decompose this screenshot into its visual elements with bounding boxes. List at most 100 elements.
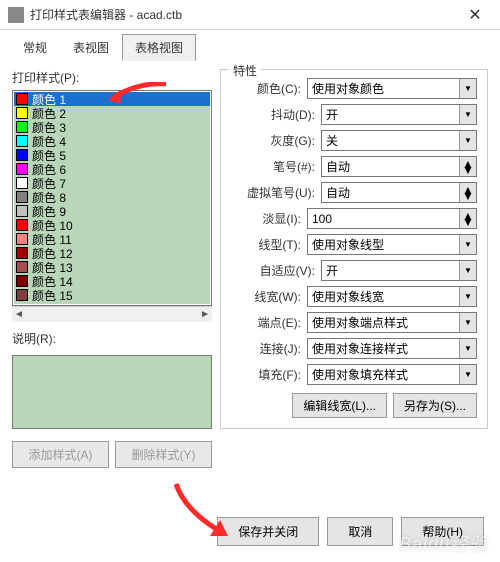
property-row: 颜色(C): 使用对象颜色 ▼ [231, 78, 477, 99]
property-label: 线宽(W): [231, 288, 307, 305]
properties-group-title: 特性 [229, 62, 261, 79]
left-column: 打印样式(P): 颜色 1颜色 2颜色 3颜色 4颜色 5颜色 6颜色 7颜色 … [12, 69, 212, 468]
property-dropdown[interactable]: 开▼ [321, 104, 477, 125]
property-row: 填充(F):使用对象填充样式▼ [231, 364, 477, 385]
chevron-down-icon[interactable]: ▼ [459, 365, 476, 384]
spinner-buttons-icon[interactable]: ▲▼ [459, 157, 476, 176]
property-value: 使用对象线型 [312, 236, 384, 253]
property-dropdown[interactable]: 使用对象颜色 ▼ [307, 78, 477, 99]
titlebar: 打印样式表编辑器 - acad.ctb ✕ [0, 0, 500, 30]
chevron-down-icon[interactable]: ▼ [459, 313, 476, 332]
color-swatch [16, 191, 28, 203]
property-value: 开 [326, 106, 338, 123]
save-close-button[interactable]: 保存并关闭 [217, 517, 319, 546]
property-dropdown[interactable]: 使用对象填充样式 ▼ [307, 364, 477, 385]
property-value: 自动 [326, 184, 350, 201]
property-label: 虚拟笔号(U): [231, 184, 321, 201]
list-item[interactable]: 颜色 15 [14, 288, 210, 302]
chevron-down-icon[interactable]: ▼ [459, 79, 476, 98]
print-styles-label: 打印样式(P): [12, 69, 212, 86]
tab-general[interactable]: 常规 [10, 34, 60, 61]
color-swatch [16, 233, 28, 245]
list-item-label: 颜色 15 [32, 287, 73, 304]
spinner-buttons-icon[interactable]: ▲▼ [459, 183, 476, 202]
tab-strip: 常规 表视图 表格视图 [0, 30, 500, 61]
chevron-down-icon[interactable]: ▼ [459, 105, 476, 124]
property-row: 灰度(G):关▼ [231, 130, 477, 151]
property-label: 笔号(#): [231, 158, 321, 175]
color-swatch [16, 107, 28, 119]
delete-style-button: 删除样式(Y) [115, 441, 212, 468]
color-swatch [16, 163, 28, 175]
color-swatch [16, 289, 28, 301]
spinner-buttons-icon[interactable]: ▲▼ [459, 209, 476, 228]
property-dropdown[interactable]: 使用对象线宽 ▼ [307, 286, 477, 307]
property-dropdown[interactable]: 关▼ [321, 130, 477, 151]
property-spinner[interactable]: 100 ▲▼ [307, 208, 477, 229]
property-value: 使用对象线宽 [312, 288, 384, 305]
property-spinner[interactable]: 自动 ▲▼ [321, 182, 477, 203]
property-row: 笔号(#): 自动 ▲▼ [231, 156, 477, 177]
property-label: 线型(T): [231, 236, 307, 253]
add-style-button: 添加样式(A) [12, 441, 109, 468]
description-label: 说明(R): [12, 330, 212, 347]
watermark: Baidu经验 [399, 530, 488, 556]
color-swatch [16, 275, 28, 287]
color-swatch [16, 177, 28, 189]
property-value: 使用对象端点样式 [312, 314, 408, 331]
right-column: 特性 颜色(C):使用对象颜色▼抖动(D):开▼灰度(G):关▼笔号(#):自动… [220, 69, 488, 468]
app-icon [8, 7, 24, 23]
horizontal-scrollbar[interactable]: ◄ ► [12, 306, 212, 322]
properties-group: 特性 颜色(C):使用对象颜色▼抖动(D):开▼灰度(G):关▼笔号(#):自动… [220, 69, 488, 429]
property-label: 自适应(V): [231, 262, 321, 279]
cancel-button[interactable]: 取消 [327, 517, 393, 546]
property-dropdown[interactable]: 使用对象连接样式 ▼ [307, 338, 477, 359]
chevron-down-icon[interactable]: ▼ [459, 131, 476, 150]
property-value: 关 [326, 132, 338, 149]
property-label: 抖动(D): [231, 106, 321, 123]
save-as-button[interactable]: 另存为(S)... [393, 393, 477, 418]
chevron-down-icon[interactable]: ▼ [459, 339, 476, 358]
property-value: 使用对象连接样式 [312, 340, 408, 357]
property-value: 100 [312, 212, 332, 226]
tab-form-table[interactable]: 表格视图 [122, 34, 196, 61]
property-dropdown[interactable]: 开▼ [321, 260, 477, 281]
property-spinner[interactable]: 自动 ▲▼ [321, 156, 477, 177]
scroll-left-icon[interactable]: ◄ [14, 309, 24, 320]
property-row: 自适应(V):开▼ [231, 260, 477, 281]
property-label: 淡显(I): [231, 210, 307, 227]
color-swatch [16, 149, 28, 161]
property-row: 端点(E): 使用对象端点样式 ▼ [231, 312, 477, 333]
description-textarea[interactable] [12, 355, 212, 429]
color-swatch [16, 93, 28, 105]
property-row: 线宽(W): 使用对象线宽 ▼ [231, 286, 477, 307]
property-dropdown[interactable]: 使用对象端点样式 ▼ [307, 312, 477, 333]
property-row: 淡显(I): 100 ▲▼ [231, 208, 477, 229]
scroll-right-icon[interactable]: ► [200, 309, 210, 320]
property-value: 开 [326, 262, 338, 279]
property-dropdown[interactable]: 使用对象线型 ▼ [307, 234, 477, 255]
color-swatch [16, 219, 28, 231]
property-row: 虚拟笔号(U): 自动 ▲▼ [231, 182, 477, 203]
chevron-down-icon[interactable]: ▼ [459, 287, 476, 306]
close-button[interactable]: ✕ [452, 0, 498, 30]
chevron-down-icon[interactable]: ▼ [459, 235, 476, 254]
window-title: 打印样式表编辑器 - acad.ctb [30, 6, 452, 23]
chevron-down-icon[interactable]: ▼ [459, 261, 476, 280]
property-label: 颜色(C): [231, 80, 307, 97]
color-swatch [16, 135, 28, 147]
property-label: 端点(E): [231, 314, 307, 331]
color-swatch [16, 261, 28, 273]
property-value: 使用对象填充样式 [312, 366, 408, 383]
print-styles-listbox[interactable]: 颜色 1颜色 2颜色 3颜色 4颜色 5颜色 6颜色 7颜色 8颜色 9颜色 1… [12, 90, 212, 306]
tab-table[interactable]: 表视图 [60, 34, 122, 61]
property-value: 使用对象颜色 [312, 80, 384, 97]
property-row: 线型(T): 使用对象线型 ▼ [231, 234, 477, 255]
property-value: 自动 [326, 158, 350, 175]
property-row: 连接(J):使用对象连接样式▼ [231, 338, 477, 359]
property-label: 灰度(G): [231, 132, 321, 149]
tab-content: 打印样式(P): 颜色 1颜色 2颜色 3颜色 4颜色 5颜色 6颜色 7颜色 … [0, 61, 500, 476]
color-swatch [16, 247, 28, 259]
color-swatch [16, 121, 28, 133]
edit-lineweight-button[interactable]: 编辑线宽(L)... [292, 393, 387, 418]
